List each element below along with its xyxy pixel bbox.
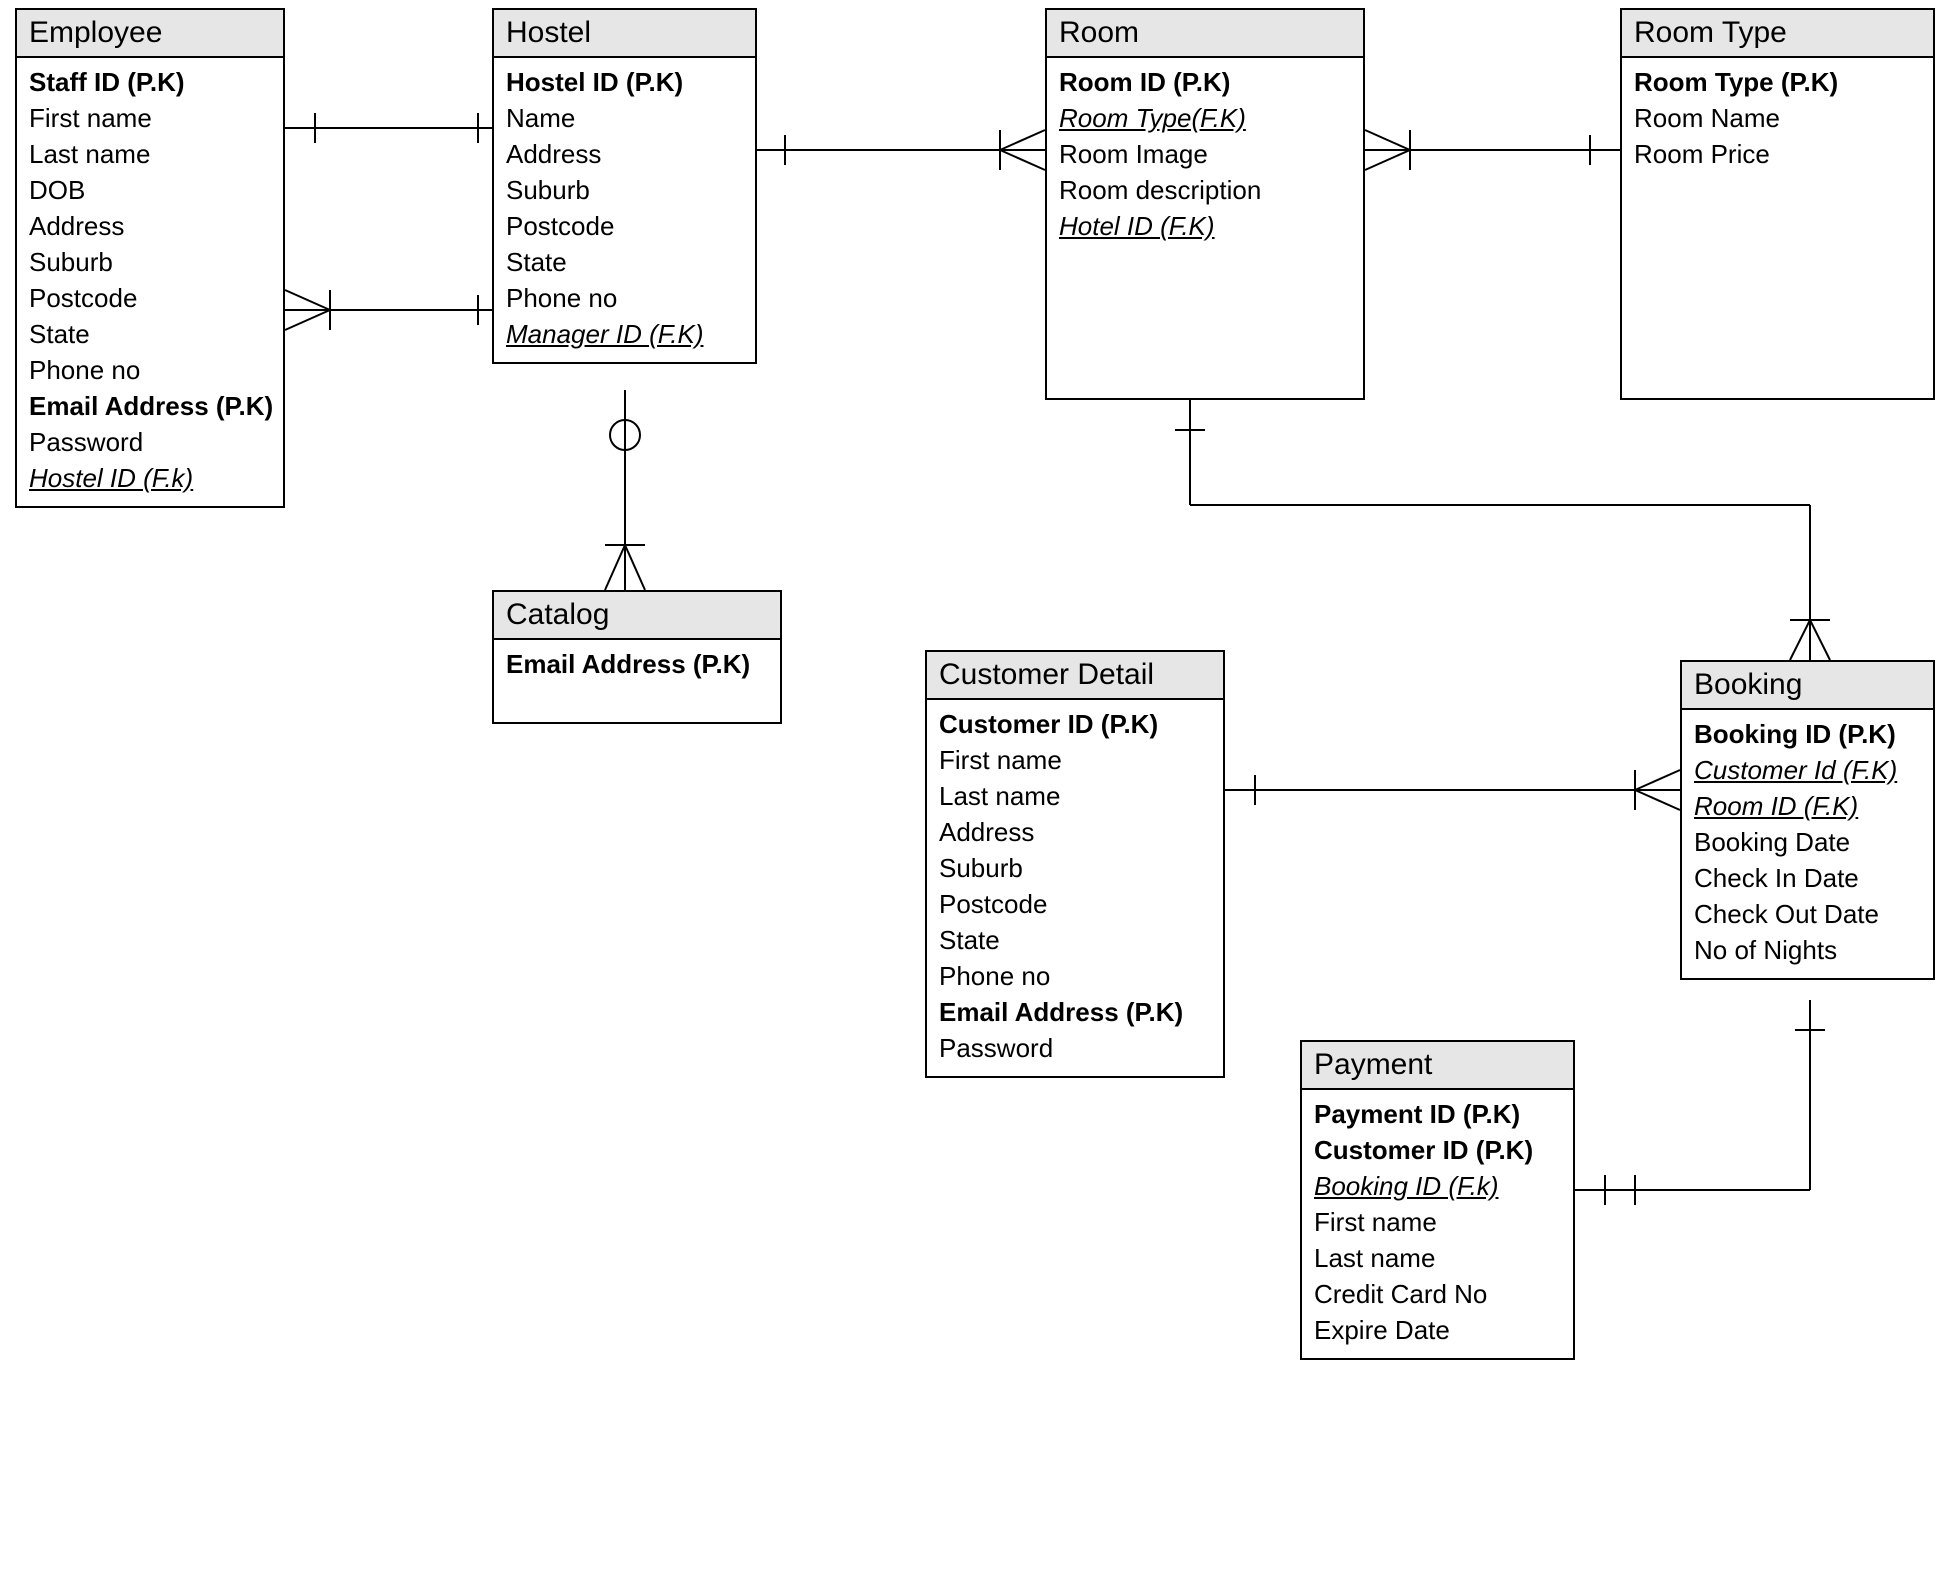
- attribute: First name: [939, 742, 1211, 778]
- er-diagram: Employee Staff ID (P.K)First nameLast na…: [0, 0, 1952, 1573]
- attribute: Suburb: [506, 172, 743, 208]
- attribute: Last name: [939, 778, 1211, 814]
- attribute: Email Address (P.K): [29, 388, 271, 424]
- attribute: Customer ID (P.K): [1314, 1132, 1561, 1168]
- entity-title: Customer Detail: [927, 652, 1223, 700]
- attribute: Room ID (P.K): [1059, 64, 1351, 100]
- attribute: Email Address (P.K): [939, 994, 1211, 1030]
- attribute: State: [29, 316, 271, 352]
- attribute: Expire Date: [1314, 1312, 1561, 1348]
- attribute: Password: [939, 1030, 1211, 1066]
- attribute: Staff ID (P.K): [29, 64, 271, 100]
- attribute: Phone no: [939, 958, 1211, 994]
- attribute: State: [939, 922, 1211, 958]
- attribute: Payment ID (P.K): [1314, 1096, 1561, 1132]
- attribute: Hostel ID (P.K): [506, 64, 743, 100]
- attribute: Address: [939, 814, 1211, 850]
- attribute: Phone no: [506, 280, 743, 316]
- entity-body: Email Address (P.K): [494, 640, 780, 722]
- entity-payment: Payment Payment ID (P.K)Customer ID (P.K…: [1300, 1040, 1575, 1360]
- attribute: Last name: [29, 136, 271, 172]
- entity-catalog: Catalog Email Address (P.K): [492, 590, 782, 724]
- entity-body: Payment ID (P.K)Customer ID (P.K)Booking…: [1302, 1090, 1573, 1358]
- attribute: Room Price: [1634, 136, 1921, 172]
- attribute: Customer Id (F.K): [1694, 752, 1921, 788]
- entity-body: Customer ID (P.K)First nameLast nameAddr…: [927, 700, 1223, 1076]
- entity-body: Room Type (P.K)Room NameRoom Price: [1622, 58, 1933, 182]
- entity-room: Room Room ID (P.K)Room Type(F.K)Room Ima…: [1045, 8, 1365, 400]
- attribute: Suburb: [939, 850, 1211, 886]
- entity-title: Employee: [17, 10, 283, 58]
- attribute: State: [506, 244, 743, 280]
- entity-title: Room Type: [1622, 10, 1933, 58]
- attribute: Postcode: [506, 208, 743, 244]
- entity-title: Catalog: [494, 592, 780, 640]
- entity-booking: Booking Booking ID (P.K)Customer Id (F.K…: [1680, 660, 1935, 980]
- entity-title: Hostel: [494, 10, 755, 58]
- entity-title: Room: [1047, 10, 1363, 58]
- attribute: Credit Card No: [1314, 1276, 1561, 1312]
- attribute: Hotel ID (F.K): [1059, 208, 1351, 244]
- attribute: Check In Date: [1694, 860, 1921, 896]
- attribute: Manager ID (F.K): [506, 316, 743, 352]
- attribute: Check Out Date: [1694, 896, 1921, 932]
- attribute: Postcode: [939, 886, 1211, 922]
- attribute: First name: [1314, 1204, 1561, 1240]
- attribute: Address: [29, 208, 271, 244]
- attribute: Booking ID (F.k): [1314, 1168, 1561, 1204]
- attribute: Room Type(F.K): [1059, 100, 1351, 136]
- entity-body: Booking ID (P.K)Customer Id (F.K)Room ID…: [1682, 710, 1933, 978]
- attribute: DOB: [29, 172, 271, 208]
- attribute: Password: [29, 424, 271, 460]
- attribute: Room Image: [1059, 136, 1351, 172]
- attribute: Address: [506, 136, 743, 172]
- entity-roomtype: Room Type Room Type (P.K)Room NameRoom P…: [1620, 8, 1935, 400]
- entity-body: Staff ID (P.K)First nameLast nameDOBAddr…: [17, 58, 283, 506]
- attribute: Room Type (P.K): [1634, 64, 1921, 100]
- attribute: Room Name: [1634, 100, 1921, 136]
- entity-body: Room ID (P.K)Room Type(F.K)Room ImageRoo…: [1047, 58, 1363, 254]
- attribute: Phone no: [29, 352, 271, 388]
- attribute: Suburb: [29, 244, 271, 280]
- attribute: Booking ID (P.K): [1694, 716, 1921, 752]
- entity-employee: Employee Staff ID (P.K)First nameLast na…: [15, 8, 285, 508]
- entity-title: Payment: [1302, 1042, 1573, 1090]
- attribute: First name: [29, 100, 271, 136]
- attribute: Room ID (F.K): [1694, 788, 1921, 824]
- attribute: Room description: [1059, 172, 1351, 208]
- attribute: Customer ID (P.K): [939, 706, 1211, 742]
- attribute: No of Nights: [1694, 932, 1921, 968]
- entity-customer: Customer Detail Customer ID (P.K)First n…: [925, 650, 1225, 1078]
- entity-hostel: Hostel Hostel ID (P.K)NameAddressSuburbP…: [492, 8, 757, 364]
- attribute: Booking Date: [1694, 824, 1921, 860]
- attribute: Hostel ID (F.k): [29, 460, 271, 496]
- attribute: Name: [506, 100, 743, 136]
- attribute: Last name: [1314, 1240, 1561, 1276]
- attribute: Postcode: [29, 280, 271, 316]
- entity-title: Booking: [1682, 662, 1933, 710]
- entity-body: Hostel ID (P.K)NameAddressSuburbPostcode…: [494, 58, 755, 362]
- attribute: Email Address (P.K): [506, 646, 768, 682]
